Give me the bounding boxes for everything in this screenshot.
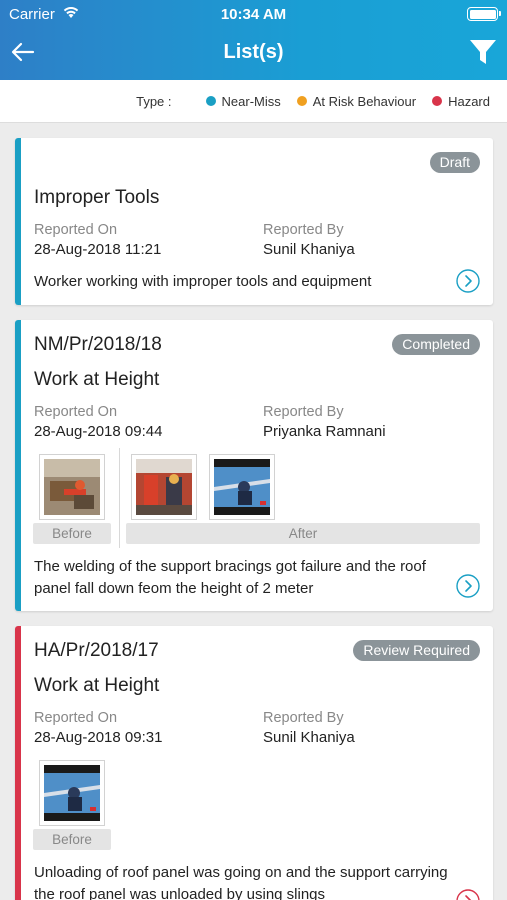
type-indicator-bar [15, 320, 21, 611]
status-badge: Review Required [353, 640, 480, 661]
before-photo-thumbnail[interactable] [39, 454, 105, 520]
type-indicator-bar [15, 626, 21, 900]
reported-on-value: 28-Aug-2018 09:44 [34, 423, 163, 440]
legend-item-label: At Risk Behaviour [312, 93, 417, 109]
reported-by-value: Sunil Khaniya [263, 241, 355, 258]
reported-by-label: Reported By [263, 710, 344, 726]
reported-on-label: Reported On [34, 710, 118, 726]
status-bar: Carrier 10:34 AM [0, 0, 507, 28]
battery-icon [467, 7, 501, 21]
type-legend: Type : Near-Miss At Risk Behaviour Hazar… [0, 80, 507, 123]
app-header: Carrier 10:34 AM List(s) [0, 0, 507, 80]
at-risk-dot [296, 96, 307, 106]
reported-by-value: Sunil Khaniya [263, 729, 355, 746]
type-indicator-bar [15, 138, 21, 305]
card-number: HA/Pr/2018/17 [34, 640, 159, 661]
filter-button[interactable] [469, 38, 497, 66]
clock: 10:34 AM [220, 6, 287, 23]
after-photo-thumbnail[interactable] [209, 454, 275, 520]
reported-on-value: 28-Aug-2018 09:31 [34, 729, 163, 746]
near-miss-dot [205, 96, 216, 106]
before-photo-thumbnail[interactable] [39, 760, 105, 826]
legend-item-hazard: Hazard [432, 94, 490, 109]
chevron-right-icon[interactable] [456, 574, 480, 598]
card-description: Worker working with improper tools and e… [34, 273, 372, 290]
legend-item-at-risk: At Risk Behaviour [296, 93, 417, 109]
legend-item-label: Near-Miss [221, 93, 281, 109]
card-number: NM/Pr/2018/18 [34, 334, 162, 355]
observation-card[interactable]: NM/Pr/2018/18 Completed Work at Height R… [15, 320, 493, 611]
observation-card[interactable]: HA/Pr/2018/17 Review Required Work at He… [15, 626, 493, 900]
legend-item-near-miss: Near-Miss [205, 93, 281, 109]
reported-by-label: Reported By [263, 222, 344, 238]
status-badge: Draft [429, 152, 480, 173]
card-title: Work at Height [34, 369, 160, 390]
after-label: After [126, 523, 480, 544]
observation-card[interactable]: Draft Improper Tools Reported On Reporte… [15, 138, 493, 305]
worker-photo-image [214, 459, 270, 515]
card-title: Improper Tools [34, 187, 160, 208]
status-badge: Completed [392, 334, 480, 355]
reported-by-label: Reported By [263, 404, 344, 420]
chevron-right-icon[interactable] [456, 889, 480, 900]
worker-photo-image [44, 765, 100, 821]
chevron-right-icon[interactable] [456, 269, 480, 293]
reported-on-label: Reported On [34, 404, 118, 420]
legend-label: Type : [136, 93, 172, 109]
card-description: The welding of the support bracings got … [34, 558, 426, 597]
hazard-dot [432, 96, 443, 106]
page-title: List(s) [223, 41, 284, 63]
before-label: Before [33, 523, 111, 544]
reported-by-value: Priyanka Ramnani [263, 423, 386, 440]
worker-photo-image [136, 459, 192, 515]
nav-bar: List(s) [0, 28, 507, 78]
legend-item-label: Hazard [448, 93, 490, 109]
before-after-divider [119, 448, 120, 548]
reported-on-value: 28-Aug-2018 11:21 [34, 241, 162, 258]
after-photo-thumbnail[interactable] [131, 454, 197, 520]
worker-photo-image [44, 459, 100, 515]
reported-on-label: Reported On [34, 222, 118, 238]
before-label: Before [33, 829, 111, 850]
card-title: Work at Height [34, 675, 160, 696]
card-description: Unloading of roof panel was going on and… [34, 864, 448, 900]
